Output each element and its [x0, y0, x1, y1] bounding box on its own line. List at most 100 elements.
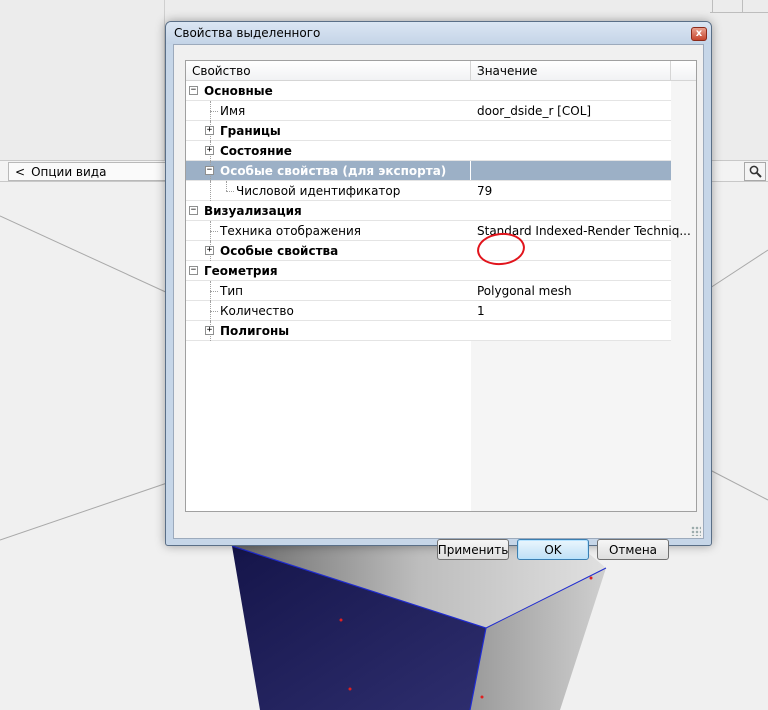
- property-label: Имя: [220, 104, 246, 118]
- tree-connector: [210, 231, 218, 232]
- dialog-title: Свойства выделенного: [174, 26, 321, 40]
- property-label: Особые свойства (для экспорта): [220, 164, 447, 178]
- column-header-property[interactable]: Свойство: [192, 64, 251, 78]
- apply-button[interactable]: Применить: [437, 539, 509, 560]
- property-row[interactable]: Количество 1: [186, 301, 671, 321]
- property-label: Тип: [220, 284, 243, 298]
- properties-dialog: Свойства выделенного x Свойство Значение…: [165, 21, 712, 560]
- property-row[interactable]: + Особые свойства: [186, 241, 671, 261]
- property-label: Техника отображения: [220, 224, 361, 238]
- property-name-cell[interactable]: + Состояние: [186, 141, 470, 161]
- property-row[interactable]: + Границы: [186, 121, 671, 141]
- tree-connector: [210, 181, 211, 201]
- property-label: Границы: [220, 124, 281, 138]
- property-row[interactable]: + Полигоны: [186, 321, 671, 341]
- property-label: Состояние: [220, 144, 292, 158]
- collapse-icon[interactable]: −: [205, 166, 214, 175]
- expand-icon[interactable]: +: [205, 326, 214, 335]
- property-name-cell[interactable]: − Геометрия: [186, 261, 470, 280]
- close-button[interactable]: x: [691, 27, 707, 41]
- property-label: Особые свойства: [220, 244, 339, 258]
- property-value: door_dside_r [COL]: [477, 104, 592, 118]
- property-name-cell[interactable]: Тип: [186, 281, 470, 301]
- expand-icon[interactable]: +: [205, 246, 214, 255]
- edge-line: [709, 249, 768, 289]
- collapse-icon[interactable]: −: [189, 206, 198, 215]
- magnifier-icon: [749, 165, 762, 178]
- view-options-label: Опции вида: [31, 164, 107, 179]
- collapse-icon[interactable]: −: [189, 266, 198, 275]
- property-name-cell[interactable]: − Основные: [186, 81, 470, 100]
- property-value-cell[interactable]: [471, 141, 671, 160]
- property-value-cell[interactable]: [471, 161, 671, 180]
- property-row[interactable]: − Геометрия: [186, 261, 671, 281]
- property-value-cell[interactable]: [471, 201, 671, 220]
- tree-connector: [210, 311, 218, 312]
- property-name-cell[interactable]: − Особые свойства (для экспорта): [186, 161, 470, 181]
- tree-connector: [226, 181, 227, 191]
- property-row[interactable]: Числовой идентификатор 79: [186, 181, 671, 201]
- panel-divider: [710, 12, 768, 13]
- property-name-cell[interactable]: + Полигоны: [186, 321, 470, 341]
- property-value: Polygonal mesh: [477, 284, 572, 298]
- property-row[interactable]: − Визуализация: [186, 201, 671, 221]
- close-icon: x: [695, 28, 703, 39]
- vertex-point: [339, 618, 343, 622]
- collapse-icon[interactable]: −: [189, 86, 198, 95]
- property-name-cell[interactable]: + Особые свойства: [186, 241, 470, 261]
- edge-line: [0, 481, 171, 541]
- grid-header: Свойство Значение: [186, 61, 696, 81]
- view-options-button[interactable]: < Опции вида: [8, 162, 166, 181]
- property-row[interactable]: Имя door_dside_r [COL]: [186, 101, 671, 121]
- property-name-cell[interactable]: Количество: [186, 301, 470, 321]
- cancel-button[interactable]: Отмена: [597, 539, 669, 560]
- property-row[interactable]: Техника отображения Standard Indexed-Rend…: [186, 221, 691, 241]
- property-name-cell[interactable]: + Границы: [186, 121, 470, 141]
- property-label: Визуализация: [204, 204, 302, 218]
- property-label: Геометрия: [204, 264, 278, 278]
- property-label: Числовой идентификатор: [236, 184, 401, 198]
- edge-line: [0, 215, 171, 295]
- property-grid[interactable]: Свойство Значение − Основные Имя door_dside…: [185, 60, 697, 512]
- column-divider[interactable]: [470, 61, 471, 81]
- ok-button[interactable]: OK: [517, 539, 589, 560]
- column-header-value[interactable]: Значение: [477, 64, 537, 78]
- property-value-cell[interactable]: Polygonal mesh: [471, 281, 671, 300]
- panel-divider: [712, 0, 713, 12]
- property-value-cell[interactable]: 1: [471, 301, 671, 320]
- property-row[interactable]: − Особые свойства (для экспорта): [186, 161, 671, 181]
- property-value-cell[interactable]: door_dside_r [COL]: [471, 101, 671, 120]
- resize-grip-icon[interactable]: [691, 526, 701, 536]
- property-name-cell[interactable]: − Визуализация: [186, 201, 470, 220]
- property-value-cell[interactable]: [471, 121, 671, 140]
- property-row[interactable]: Тип Polygonal mesh: [186, 281, 671, 301]
- vertex-point: [348, 687, 352, 691]
- dialog-body: Свойство Значение − Основные Имя door_dside…: [173, 44, 704, 560]
- property-value: 1: [477, 304, 485, 318]
- tree-connector: [210, 291, 218, 292]
- property-value-cell[interactable]: 79: [471, 181, 671, 200]
- property-name-cell[interactable]: Имя: [186, 101, 470, 121]
- property-row[interactable]: − Основные: [186, 81, 671, 101]
- property-value-cell[interactable]: [471, 321, 671, 340]
- property-value: 79: [477, 184, 493, 198]
- tree-connector: [226, 191, 234, 192]
- property-label: Количество: [220, 304, 294, 318]
- property-label: Полигоны: [220, 324, 290, 338]
- chevron-left-icon: <: [15, 164, 26, 179]
- expand-icon[interactable]: +: [205, 146, 214, 155]
- expand-icon[interactable]: +: [205, 126, 214, 135]
- property-row[interactable]: + Состояние: [186, 141, 671, 161]
- property-label: Основные: [204, 84, 273, 98]
- property-value-cell[interactable]: [471, 81, 671, 100]
- column-divider: [670, 61, 671, 81]
- property-name-cell[interactable]: Числовой идентификатор: [186, 181, 470, 201]
- search-button[interactable]: [744, 162, 766, 181]
- panel-divider: [742, 0, 743, 12]
- tree-connector: [210, 111, 218, 112]
- dialog-titlebar[interactable]: Свойства выделенного x: [166, 22, 711, 44]
- vertex-point: [589, 576, 593, 580]
- property-name-cell[interactable]: Техника отображения: [186, 221, 470, 241]
- edge-line: [709, 469, 768, 501]
- vertex-point: [480, 695, 484, 699]
